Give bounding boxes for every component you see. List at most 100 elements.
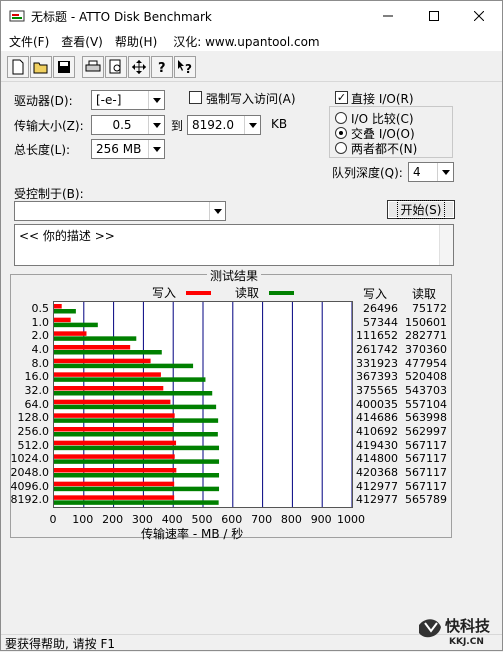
minimize-button[interactable] [365,1,411,31]
write-column-header: 写入 [363,287,388,301]
neither-label: 两者都不(N) [351,142,418,156]
menu-help[interactable]: 帮助(H) [109,33,163,50]
read-bar [54,309,76,314]
status-text: 要获得帮助, 请按 F1 [5,636,115,651]
write-value: 375565 [356,384,398,397]
write-bar [54,468,177,473]
new-file-button[interactable] [7,55,29,78]
results-title: 测试结果 [207,267,262,284]
read-bar [54,445,220,451]
to-label: 到 [171,119,184,133]
force-write-checkbox[interactable] [189,91,202,104]
transfer-size-tick-label: 64.0 [24,397,50,411]
overlapped-io-radio[interactable] [335,127,347,139]
svg-text:?: ? [158,61,166,75]
x-tick-label: 1000 [337,513,365,526]
write-bar [54,399,171,405]
drive-value: [-e-] [96,93,122,107]
write-value: 414800 [356,452,398,466]
controlled-by-select[interactable] [14,201,226,221]
read-bar [54,391,213,396]
transfer-size-tick-label: 16.0 [24,370,50,384]
transfer-size-tick-label: 2.0 [31,329,50,343]
read-bar [54,418,219,423]
queue-depth-label: 队列深度(Q): [332,166,403,180]
read-value: 370360 [405,343,447,356]
start-button-label: 开始(S) [396,200,446,219]
print-preview-button[interactable] [105,55,127,78]
kb-label: KB [271,117,288,131]
chevron-down-icon [244,116,260,134]
total-length-value: 256 MB [96,142,142,156]
title-bar[interactable]: 无标题 - ATTO Disk Benchmark [1,1,502,31]
move-icon [132,59,146,74]
close-icon [474,11,484,21]
description-field[interactable]: << 你的描述 >> [14,224,454,266]
write-bar [54,413,175,418]
transfer-from-select[interactable]: 0.5 [91,115,165,135]
move-button[interactable] [128,55,150,78]
drive-label: 驱动器(D): [14,94,73,108]
help-button[interactable]: ? [151,55,173,78]
queue-depth-select[interactable]: 4 [408,162,454,182]
direct-io-checkbox[interactable]: ✓ [335,91,348,104]
transfer-size-label: 传输大小(Z): [14,119,84,133]
neither-radio[interactable] [335,142,347,154]
force-write-label: 强制写入访问(A) [206,92,296,106]
write-legend-label: 写入 [152,286,177,300]
close-button[interactable] [456,1,502,31]
save-button[interactable] [53,55,75,78]
write-value: 400035 [356,397,398,411]
menu-file[interactable]: 文件(F) [1,33,55,50]
transfer-to-value: 8192.0 [192,118,234,132]
read-bar [54,473,220,478]
open-button[interactable] [30,55,52,78]
transfer-size-tick-label: 8192.0 [10,493,50,507]
svg-text:快科技: 快科技 [445,617,491,635]
read-value: 75172 [412,302,447,315]
read-value: 543703 [405,384,447,397]
controlled-by-label: 受控制于(B): [14,187,84,201]
total-length-select[interactable]: 256 MB [91,139,165,159]
write-bar [54,331,87,336]
write-bar [54,386,164,391]
svg-text:KKJ.CN: KKJ.CN [449,637,484,647]
read-bar [54,336,137,341]
read-bar [54,322,98,328]
chevron-down-icon [209,202,225,220]
menu-view[interactable]: 查看(V) [55,33,109,50]
drive-select[interactable]: [-e-] [91,90,165,110]
write-bar [54,454,175,459]
write-legend-swatch [186,291,211,295]
write-value: 412977 [356,479,398,493]
transfer-size-tick-label: 1.0 [31,315,50,329]
write-bar [54,481,175,487]
write-value: 261742 [356,343,398,356]
write-value: 331923 [356,356,398,370]
transfer-size-tick-label: 256.0 [17,425,50,438]
write-bar [54,345,131,350]
transfer-to-select[interactable]: 8192.0 [187,115,261,135]
io-compare-radio[interactable] [335,112,347,124]
write-value: 412977 [356,493,398,507]
read-bar [54,350,162,355]
checkmark-icon: ✓ [336,91,347,104]
write-value: 367393 [356,370,398,384]
maximize-button[interactable] [411,1,457,31]
read-value: 567117 [405,479,447,493]
print-button[interactable] [82,55,104,78]
read-value: 557104 [405,397,447,411]
start-button[interactable]: 开始(S) [387,200,455,219]
description-scrollbar[interactable] [439,225,453,265]
transfer-size-tick-label: 1024.0 [10,452,50,466]
app-icon [9,10,25,22]
direct-io-label: 直接 I/O(R) [351,92,414,106]
write-value: 410692 [356,425,398,438]
write-bar [54,495,175,500]
context-help-button[interactable]: ? [174,55,196,78]
transfer-size-tick-label: 2048.0 [10,466,50,479]
open-folder-icon [33,62,48,73]
write-bar [54,440,177,446]
total-length-label: 总长度(L): [14,143,71,157]
read-value: 477954 [405,356,447,370]
